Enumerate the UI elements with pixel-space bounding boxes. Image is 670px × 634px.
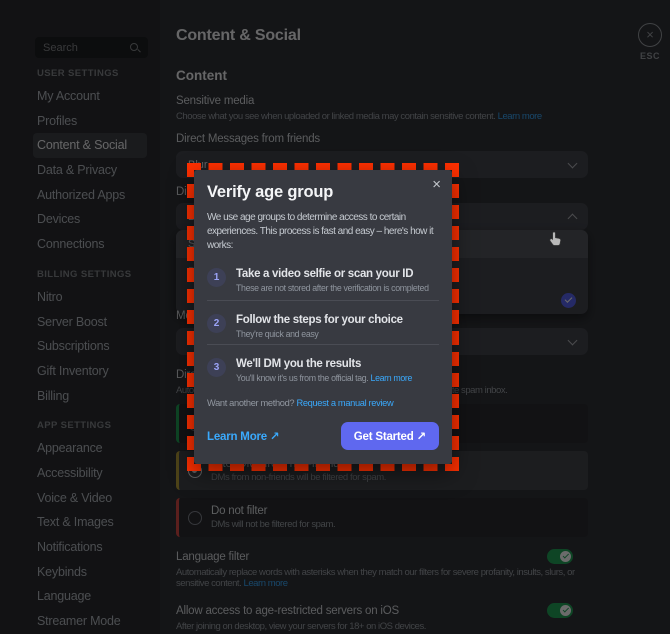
step-1: 1 Take a video selfie or scan your ID Th…	[207, 268, 429, 293]
step-2-number-badge: 2	[207, 314, 226, 333]
step-3-description-text: You'll know it's us from the official ta…	[236, 373, 368, 383]
step-3-description: You'll know it's us from the official ta…	[236, 373, 412, 383]
modal-footer: Learn More ↗ Get Started ↗	[207, 422, 439, 450]
learn-more-link[interactable]: Learn More ↗	[207, 429, 279, 443]
step-1-description: These are not stored after the verificat…	[236, 283, 429, 293]
step-2-title: Follow the steps for your choice	[236, 314, 403, 326]
verify-age-group-modal: × Verify age group We use age groups to …	[194, 170, 452, 464]
divider	[207, 344, 439, 345]
step-3-number-badge: 3	[207, 358, 226, 377]
highlight-annotation: × Verify age group We use age groups to …	[187, 163, 459, 471]
request-manual-review-link[interactable]: Request a manual review	[296, 398, 393, 408]
alternate-method-row: Want another method? Request a manual re…	[207, 398, 393, 408]
step-3: 3 We'll DM you the results You'll know i…	[207, 358, 412, 383]
step-2-description: They're quick and easy	[236, 329, 403, 339]
alternate-method-text: Want another method?	[207, 398, 294, 408]
step-2: 2 Follow the steps for your choice They'…	[207, 314, 403, 339]
modal-close-icon[interactable]: ×	[432, 179, 441, 191]
modal-title: Verify age group	[207, 183, 439, 202]
modal-body-text: We use age groups to determine access to…	[207, 211, 435, 252]
official-tag-learn-more-link[interactable]: Learn more	[371, 373, 413, 383]
step-1-number-badge: 1	[207, 268, 226, 287]
get-started-button[interactable]: Get Started ↗	[341, 422, 439, 450]
mouse-cursor	[549, 231, 563, 247]
step-1-title: Take a video selfie or scan your ID	[236, 268, 429, 280]
step-3-title: We'll DM you the results	[236, 358, 412, 370]
divider	[207, 300, 439, 301]
